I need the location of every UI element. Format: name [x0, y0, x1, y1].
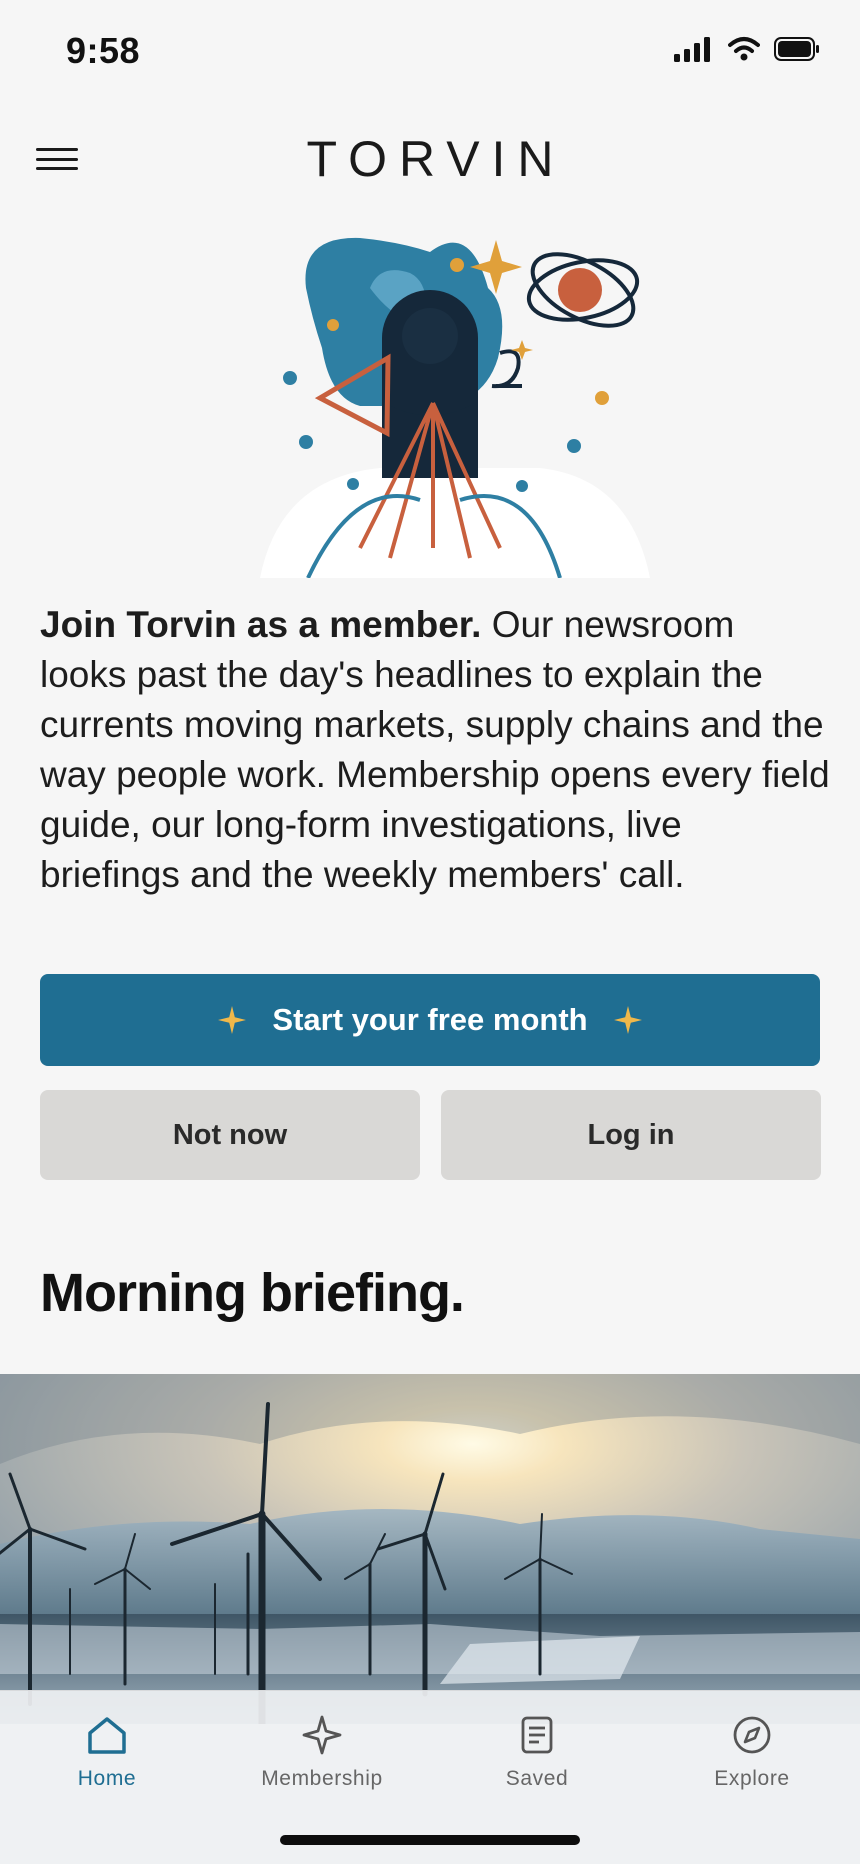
log-in-button[interactable]: Log in	[441, 1090, 821, 1180]
home-icon	[88, 1717, 126, 1754]
tab-membership-label: Membership	[261, 1767, 383, 1790]
tab-explore-label: Explore	[714, 1767, 790, 1790]
intro-lead: Join Torvin as a member.	[40, 604, 482, 645]
home-indicator[interactable]	[280, 1835, 580, 1845]
wind-farm-photo[interactable]	[0, 1374, 860, 1724]
start-free-month-button[interactable]: Start your free month	[40, 974, 820, 1066]
sparkle-icon	[218, 1006, 247, 1034]
document-icon	[521, 1716, 553, 1754]
battery-icon	[774, 37, 819, 61]
tab-saved-label: Saved	[505, 1767, 569, 1790]
wifi-icon	[728, 37, 760, 61]
tab-saved[interactable]: Saved	[437, 1713, 637, 1791]
status-icons	[674, 36, 820, 62]
app-header: TORVIN	[0, 104, 860, 214]
section-title: Morning briefing.	[40, 1263, 465, 1323]
sparkle-icon	[613, 1006, 642, 1034]
tab-membership[interactable]: Membership	[222, 1713, 422, 1791]
membership-intro: Join Torvin as a member. Our newsroom lo…	[40, 600, 830, 900]
start-free-month-label: Start your free month	[272, 1002, 588, 1037]
tab-home[interactable]: Home	[7, 1713, 207, 1791]
sparkle-icon	[302, 1715, 342, 1755]
compass-icon	[733, 1716, 771, 1754]
status-bar: 9:58	[0, 0, 860, 104]
intro-body: Our newsroom looks past the day's headli…	[40, 604, 830, 895]
tab-home-label: Home	[77, 1767, 137, 1790]
brand-logo: TORVIN	[306, 131, 566, 187]
not-now-button[interactable]: Not now	[40, 1090, 420, 1180]
membership-illustration	[260, 237, 650, 578]
cellular-signal-icon	[674, 37, 710, 62]
tab-explore[interactable]: Explore	[652, 1713, 852, 1791]
status-time: 9:58	[66, 30, 141, 71]
